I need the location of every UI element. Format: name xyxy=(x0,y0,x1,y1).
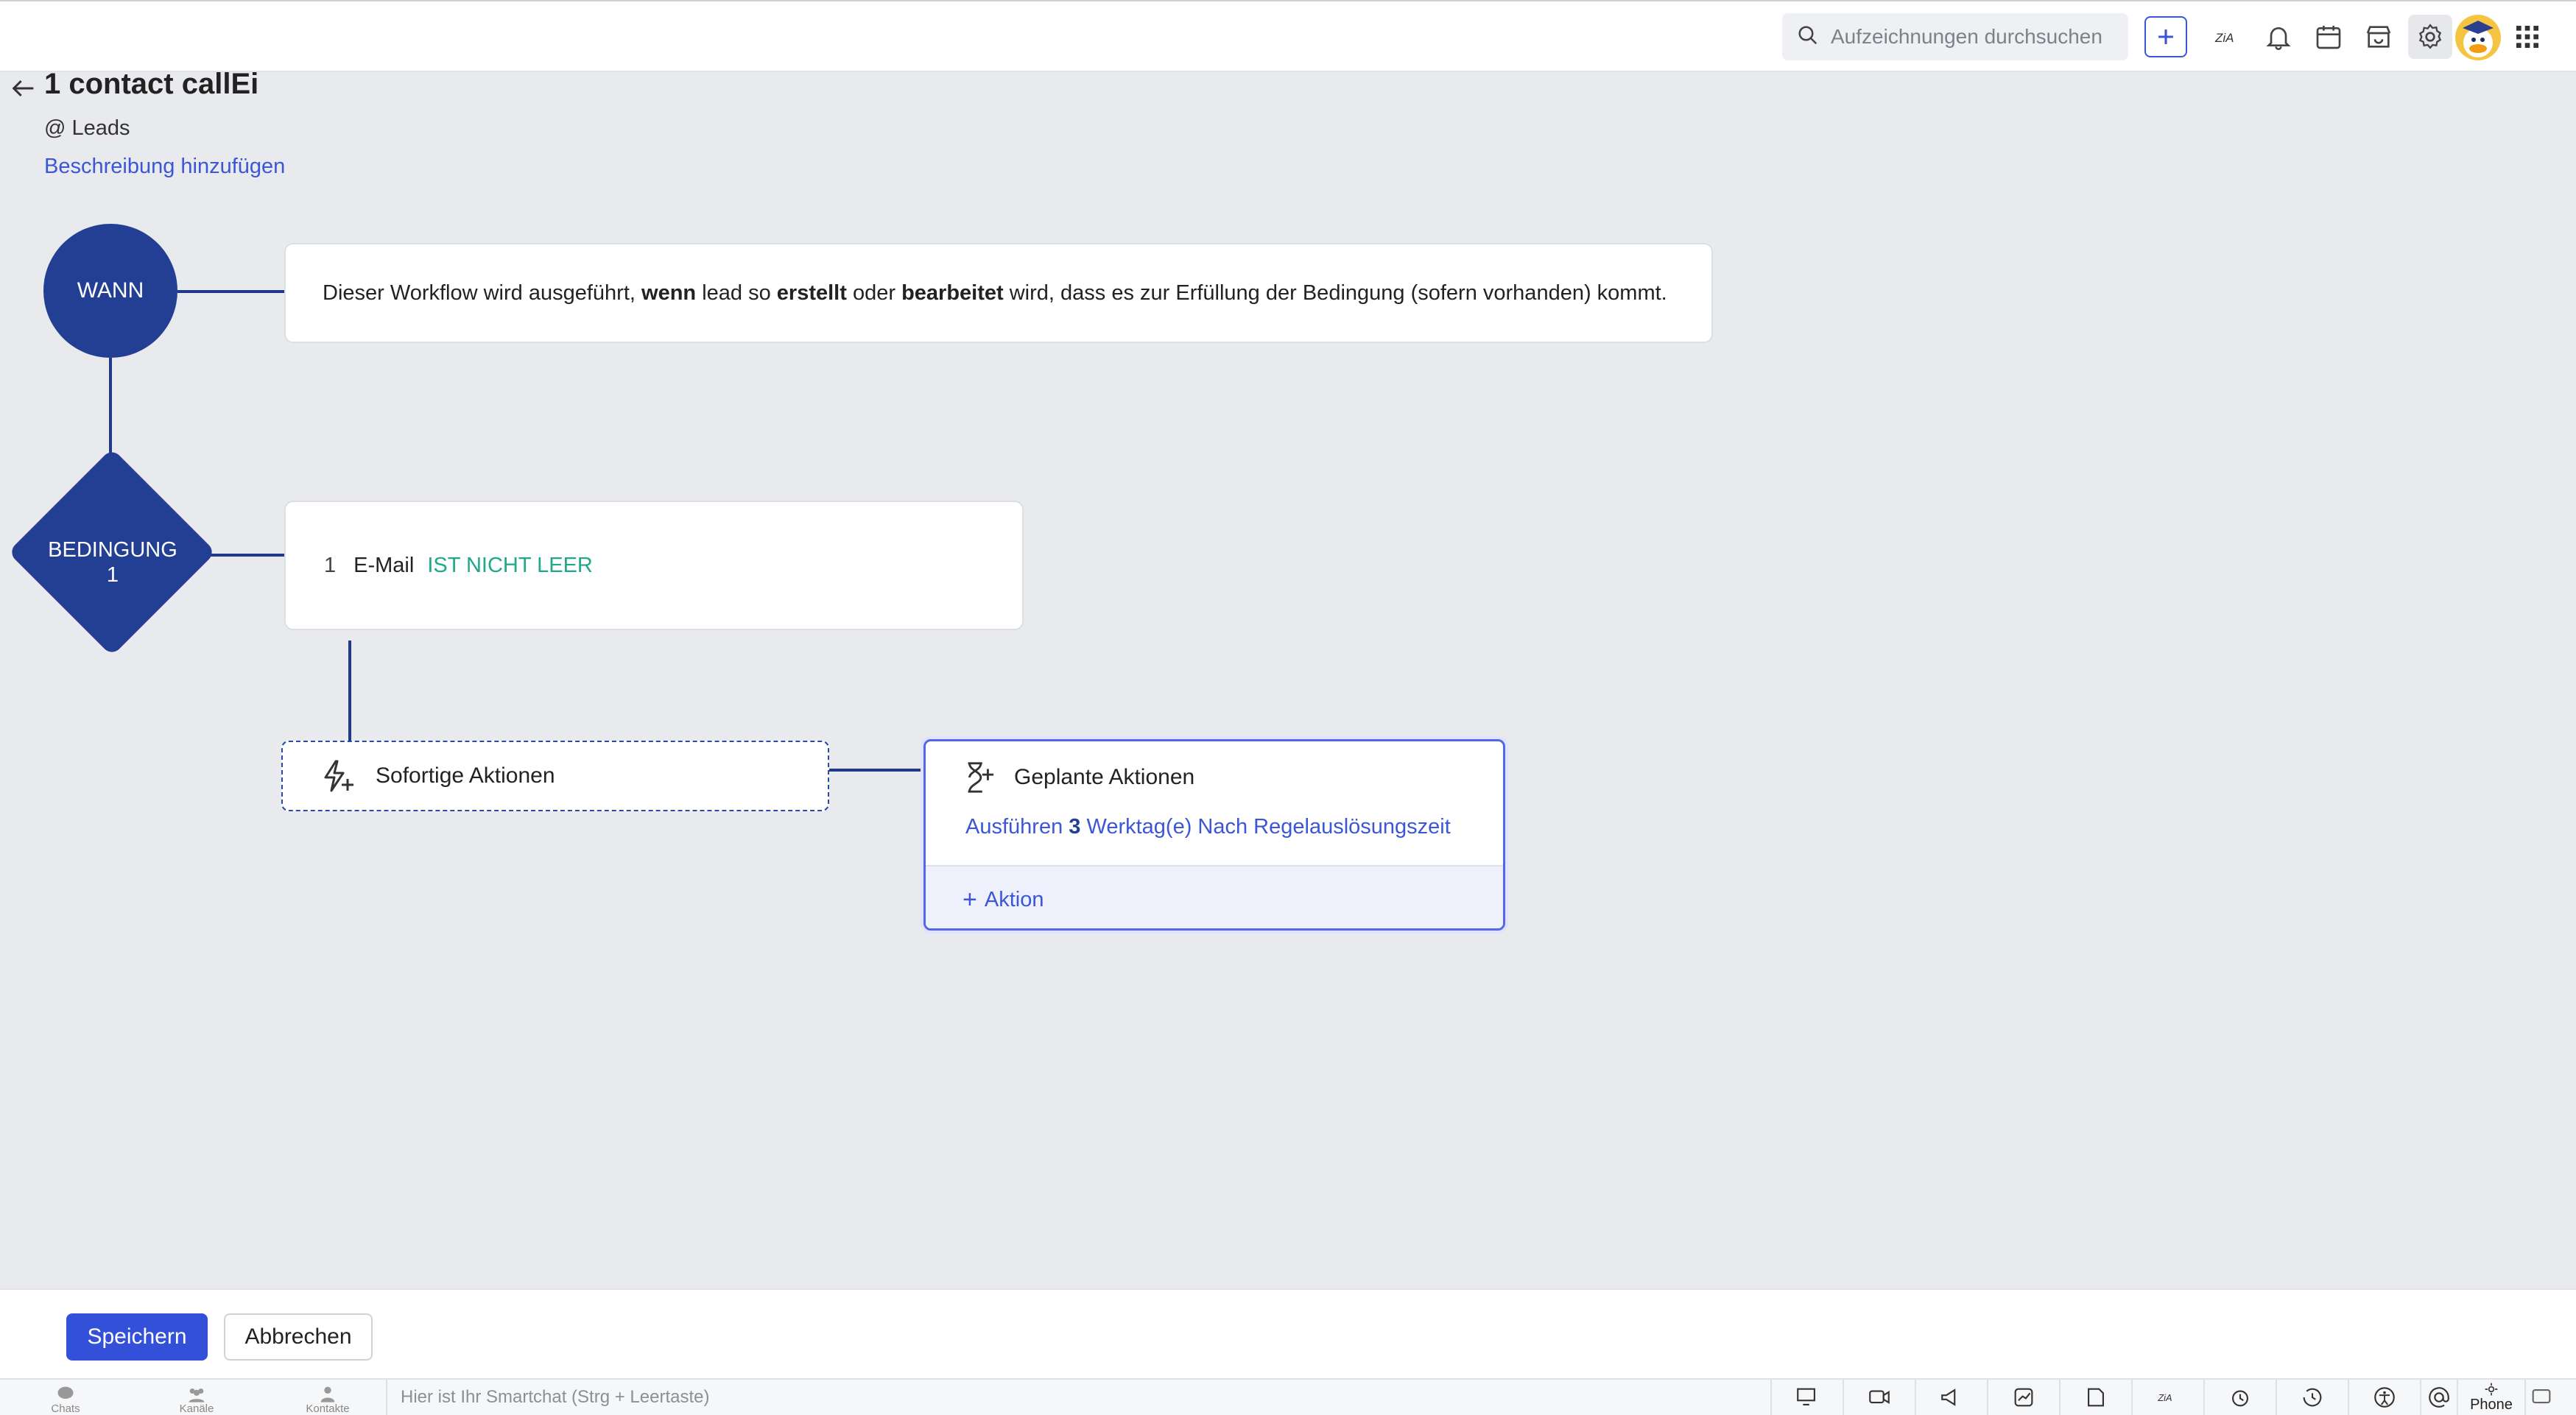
tab-label: Kontakte xyxy=(306,1402,350,1415)
note-icon xyxy=(2088,1388,2104,1407)
search-box[interactable] xyxy=(1782,13,2128,60)
accessibility-icon xyxy=(2374,1387,2395,1408)
condition-card[interactable]: 1 E-Mail IST NICHT LEER xyxy=(284,501,1024,630)
marketplace-button[interactable] xyxy=(2359,18,2398,56)
cancel-button[interactable]: Abbrechen xyxy=(224,1313,373,1361)
lightning-plus-icon xyxy=(324,760,353,792)
page-title: 1 contact callEi xyxy=(44,68,259,100)
tab-label: Chats xyxy=(51,1402,80,1415)
edited-keyword: bearbeitet xyxy=(901,280,1004,305)
history-button[interactable] xyxy=(2276,1380,2348,1415)
when-card[interactable]: Dieser Workflow wird ausgeführt, wenn le… xyxy=(284,243,1713,343)
analytics-button[interactable] xyxy=(1987,1380,2059,1415)
accessibility-button[interactable] xyxy=(2348,1380,2420,1415)
svg-text:ZiA: ZiA xyxy=(2157,1392,2172,1403)
megaphone-icon xyxy=(1941,1388,1956,1406)
module-label: @ Leads xyxy=(44,116,130,140)
connector-line xyxy=(348,641,351,741)
feedback-button[interactable] xyxy=(2524,1380,2557,1415)
notes-button[interactable] xyxy=(2059,1380,2131,1415)
gear-icon xyxy=(2485,1383,2498,1395)
schedule-rule-link[interactable]: Ausführen 3 Werktag(e) Nach Regelauslösu… xyxy=(965,815,1451,839)
status-bar: Chats Kanäle Kontakte Hier ist Ihr Smart… xyxy=(0,1378,2576,1415)
alarm-clock-icon xyxy=(2232,1390,2248,1407)
zia-assistant-button[interactable]: ZiA xyxy=(2131,1380,2203,1415)
feedback-icon xyxy=(2532,1389,2551,1404)
schedule-suffix: Werktag(e) Nach Regelauslösungszeit xyxy=(1086,815,1451,839)
when-text: wird, dass es zur Erfüllung der Bedingun… xyxy=(1003,280,1667,305)
tab-channels[interactable]: Kanäle xyxy=(131,1380,262,1415)
group-icon xyxy=(189,1388,205,1402)
schedule-prefix: Ausführen xyxy=(965,815,1063,839)
condition-node-label: BEDINGUNG 1 xyxy=(22,537,203,587)
condition-index: 1 xyxy=(324,553,337,577)
apps-grid-icon xyxy=(2516,26,2538,48)
marketplace-icon xyxy=(2366,26,2391,48)
apps-button[interactable] xyxy=(2508,18,2547,56)
back-arrow-icon[interactable] xyxy=(9,74,38,103)
create-new-button[interactable] xyxy=(2144,16,2187,57)
svg-text:ZiA: ZiA xyxy=(2214,31,2234,45)
scheduled-actions-box[interactable]: Geplante Aktionen Ausführen 3 Werktag(e)… xyxy=(923,739,1505,931)
monitor-icon xyxy=(1797,1388,1815,1405)
chart-icon xyxy=(2014,1388,2033,1407)
instant-actions-box[interactable]: Sofortige Aktionen xyxy=(281,741,829,811)
settings-button[interactable] xyxy=(2408,15,2452,59)
search-icon xyxy=(1797,24,1819,50)
schedule-count: 3 xyxy=(1069,815,1081,839)
add-action-label: Aktion xyxy=(984,887,1044,911)
campaign-button[interactable] xyxy=(1915,1380,1987,1415)
add-description-link[interactable]: Beschreibung hinzufügen xyxy=(44,155,285,179)
created-keyword: erstellt xyxy=(776,280,847,305)
tab-contacts[interactable]: Kontakte xyxy=(262,1380,393,1415)
zia-button[interactable]: ZiA xyxy=(2209,18,2248,56)
condition-node-title: BEDINGUNG xyxy=(48,538,177,562)
smartchat-input[interactable]: Hier ist Ihr Smartchat (Strg + Leertaste… xyxy=(386,1380,1770,1415)
when-keyword: wenn xyxy=(641,280,697,305)
zia-icon: ZiA xyxy=(2214,31,2234,45)
calendar-button[interactable] xyxy=(2309,18,2348,56)
bell-icon xyxy=(2266,27,2291,50)
avatar[interactable] xyxy=(2455,15,2501,60)
condition-operator: IST NICHT LEER xyxy=(427,553,593,577)
plus-icon: + xyxy=(963,885,977,914)
condition-field: E-Mail xyxy=(353,553,415,577)
gear-icon xyxy=(2418,24,2442,49)
connector-line xyxy=(177,290,284,293)
notifications-button[interactable] xyxy=(2259,18,2298,56)
reminder-button[interactable] xyxy=(2203,1380,2276,1415)
phone-button[interactable]: Phone xyxy=(2457,1380,2524,1415)
tab-chats[interactable]: Chats xyxy=(0,1380,131,1415)
save-button[interactable]: Speichern xyxy=(66,1313,208,1361)
when-node: WANN xyxy=(43,224,177,358)
scheduled-actions-title: Geplante Aktionen xyxy=(1014,765,1195,789)
calendar-icon xyxy=(2316,26,2341,49)
meeting-button[interactable] xyxy=(1843,1380,1915,1415)
add-action-button[interactable]: + Aktion xyxy=(926,865,1503,928)
zia-icon: ZiA xyxy=(2157,1392,2172,1403)
condition-node-number: 1 xyxy=(106,563,119,587)
top-bar: ZiA xyxy=(0,0,2576,72)
at-sign-icon xyxy=(2429,1387,2449,1408)
chat-icon xyxy=(57,1386,74,1399)
mention-button[interactable] xyxy=(2420,1380,2457,1415)
when-text: lead so xyxy=(696,280,777,305)
plus-icon xyxy=(2158,29,2173,44)
person-icon xyxy=(320,1386,335,1402)
when-text: oder xyxy=(846,280,902,305)
action-bar: Speichern Abbrechen xyxy=(0,1288,2576,1378)
screen-share-button[interactable] xyxy=(1770,1380,1843,1415)
when-text: Dieser Workflow wird ausgeführt, xyxy=(323,280,642,305)
search-input[interactable] xyxy=(1829,24,2127,49)
tab-label: Kanäle xyxy=(179,1402,214,1415)
history-icon xyxy=(2303,1388,2322,1407)
phone-label: Phone xyxy=(2470,1396,2513,1413)
hourglass-plus-icon xyxy=(968,762,994,793)
video-icon xyxy=(1869,1390,1890,1404)
connector-line xyxy=(829,769,923,772)
instant-actions-label: Sofortige Aktionen xyxy=(376,763,555,788)
